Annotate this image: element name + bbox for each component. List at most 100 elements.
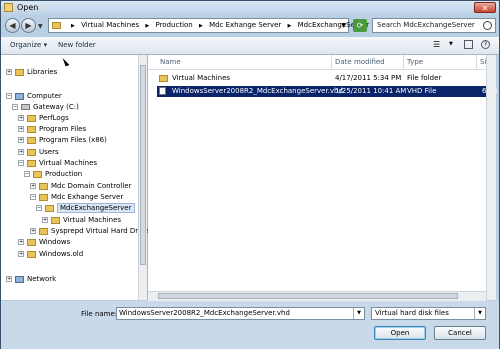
forward-button[interactable]: ▶: [21, 18, 36, 33]
expand-icon[interactable]: +: [18, 126, 24, 132]
nav-item-folder[interactable]: + Windows.old: [18, 249, 83, 259]
file-name: WindowsServer2008R2_MdcExchangeServer.vh…: [172, 87, 343, 95]
nav-item-folder[interactable]: + Virtual Machines: [42, 215, 121, 225]
network-icon: [15, 275, 24, 283]
nav-item-folder[interactable]: + Program Files (x86): [18, 135, 107, 145]
close-button[interactable]: ✕: [474, 2, 496, 13]
open-button[interactable]: Open: [374, 326, 426, 340]
expand-icon[interactable]: +: [18, 115, 24, 121]
folder-icon: [27, 136, 36, 144]
folder-icon: [45, 204, 54, 212]
window-title: Open: [17, 3, 39, 12]
address-bar[interactable]: ▶ Virtual Machines ▶ Production ▶ Mdc Ex…: [48, 18, 379, 33]
libraries-icon: [15, 68, 24, 76]
file-date: 4/17/2011 5:34 PM: [335, 74, 402, 82]
column-header-type[interactable]: Type: [407, 58, 423, 66]
nav-scrollbar-thumb[interactable]: [140, 65, 146, 265]
cancel-button[interactable]: Cancel: [434, 326, 486, 340]
breadcrumb-item[interactable]: Mdc Exhange Server: [209, 21, 281, 29]
column-header-date[interactable]: Date modified: [335, 58, 385, 66]
collapse-icon[interactable]: −: [30, 194, 36, 200]
nav-item-folder[interactable]: + Sysprepd Virtual Hard Drives: [30, 226, 152, 236]
breadcrumb-item[interactable]: Virtual Machines: [81, 21, 139, 29]
folder-icon: [27, 238, 36, 246]
file-date: 1/25/2011 10:41 AM: [335, 87, 407, 95]
nav-item-libraries[interactable]: + Libraries: [6, 67, 57, 77]
expand-icon[interactable]: +: [30, 228, 36, 234]
folder-icon: [51, 216, 60, 224]
nav-item-folder[interactable]: + Program Files: [18, 124, 86, 134]
address-dropdown-icon[interactable]: ▼: [341, 22, 346, 29]
file-row-selected[interactable]: WindowsServer2008R2_MdcExchangeServer.vh…: [157, 86, 498, 97]
horizontal-scrollbar-thumb[interactable]: [158, 293, 458, 299]
address-row: ◀ ▶ ▼ ▶ Virtual Machines ▶ Production ▶ …: [1, 15, 499, 37]
expand-icon[interactable]: +: [30, 183, 36, 189]
nav-item-computer[interactable]: − Computer: [6, 91, 62, 101]
expand-icon[interactable]: +: [18, 149, 24, 155]
nav-item-folder[interactable]: + Users: [18, 147, 59, 157]
nav-item-folder[interactable]: + Mdc Domain Controller: [30, 181, 131, 191]
nav-item-folder[interactable]: + PerfLogs: [18, 113, 69, 123]
preview-pane-icon[interactable]: [464, 40, 473, 49]
column-divider[interactable]: [331, 55, 332, 69]
expand-icon[interactable]: +: [18, 251, 24, 257]
column-divider[interactable]: [403, 55, 404, 69]
folder-icon: [52, 22, 61, 29]
vhd-file-icon: [159, 87, 166, 95]
expand-icon[interactable]: +: [42, 217, 48, 223]
file-type-filter[interactable]: Virtual hard disk files ▼: [371, 307, 486, 320]
nav-item-folder[interactable]: − Mdc Exhange Server: [30, 192, 123, 202]
expand-icon[interactable]: +: [18, 137, 24, 143]
expand-icon[interactable]: +: [6, 276, 12, 282]
file-list-vertical-scrollbar[interactable]: [486, 55, 496, 300]
refresh-button[interactable]: ⟳: [353, 19, 367, 32]
nav-item-network[interactable]: + Network: [6, 274, 56, 284]
search-input[interactable]: Search MdcExchangeServer: [372, 18, 496, 33]
nav-item-folder[interactable]: − Virtual Machines: [18, 158, 97, 168]
folder-icon: [27, 114, 36, 122]
file-row[interactable]: Virtual Machines 4/17/2011 5:34 PM File …: [157, 73, 494, 84]
file-type-dropdown-icon[interactable]: ▼: [474, 308, 485, 319]
expand-icon[interactable]: +: [6, 69, 12, 75]
file-list: Name Date modified Type Size Virtual Mac…: [148, 55, 498, 300]
organize-button[interactable]: Organize ▾: [10, 41, 47, 49]
new-folder-button[interactable]: New folder: [58, 41, 96, 49]
collapse-icon[interactable]: −: [18, 160, 24, 166]
chevron-icon[interactable]: ▶: [199, 23, 203, 29]
nav-item-selected-folder[interactable]: − MdcExchangeServer: [36, 203, 135, 213]
folder-icon: [159, 75, 168, 82]
recent-pages-dropdown-icon[interactable]: ▼: [38, 23, 43, 30]
nav-item-drive[interactable]: − Gateway (C:): [12, 102, 79, 112]
help-icon[interactable]: ?: [481, 40, 490, 49]
chevron-icon[interactable]: ▶: [288, 23, 292, 29]
nav-item-folder[interactable]: − Production: [24, 169, 82, 179]
nav-scrollbar[interactable]: [138, 55, 147, 300]
file-name-dropdown-icon[interactable]: ▼: [353, 308, 364, 319]
collapse-icon[interactable]: −: [6, 93, 12, 99]
app-icon: [4, 3, 13, 12]
breadcrumb-item[interactable]: Production: [155, 21, 192, 29]
file-list-horizontal-scrollbar[interactable]: [148, 291, 486, 301]
file-type: VHD File: [407, 87, 437, 95]
folder-icon: [27, 250, 36, 258]
collapse-icon[interactable]: −: [24, 171, 30, 177]
file-name-combobox[interactable]: WindowsServer2008R2_MdcExchangeServer.vh…: [116, 307, 365, 320]
search-icon[interactable]: [483, 21, 492, 30]
column-divider[interactable]: [476, 55, 477, 69]
dialog-footer: File name: WindowsServer2008R2_MdcExchan…: [1, 301, 499, 349]
nav-item-folder[interactable]: + Windows: [18, 237, 70, 247]
computer-icon: [15, 92, 24, 100]
views-icon[interactable]: ☰: [433, 40, 442, 49]
folder-icon: [27, 125, 36, 133]
views-dropdown-icon[interactable]: ▼: [449, 40, 458, 49]
open-dialog: Open ✕ ◀ ▶ ▼ ▶ Virtual Machines ▶ Produc…: [0, 0, 500, 349]
collapse-icon[interactable]: −: [36, 205, 42, 211]
folder-icon: [33, 170, 42, 178]
folder-icon: [39, 182, 48, 190]
column-header-name[interactable]: Name: [160, 58, 181, 66]
chevron-icon[interactable]: ▶: [145, 23, 149, 29]
file-name-label: File name:: [81, 310, 118, 318]
back-button[interactable]: ◀: [5, 18, 20, 33]
expand-icon[interactable]: +: [18, 239, 24, 245]
collapse-icon[interactable]: −: [12, 104, 18, 110]
